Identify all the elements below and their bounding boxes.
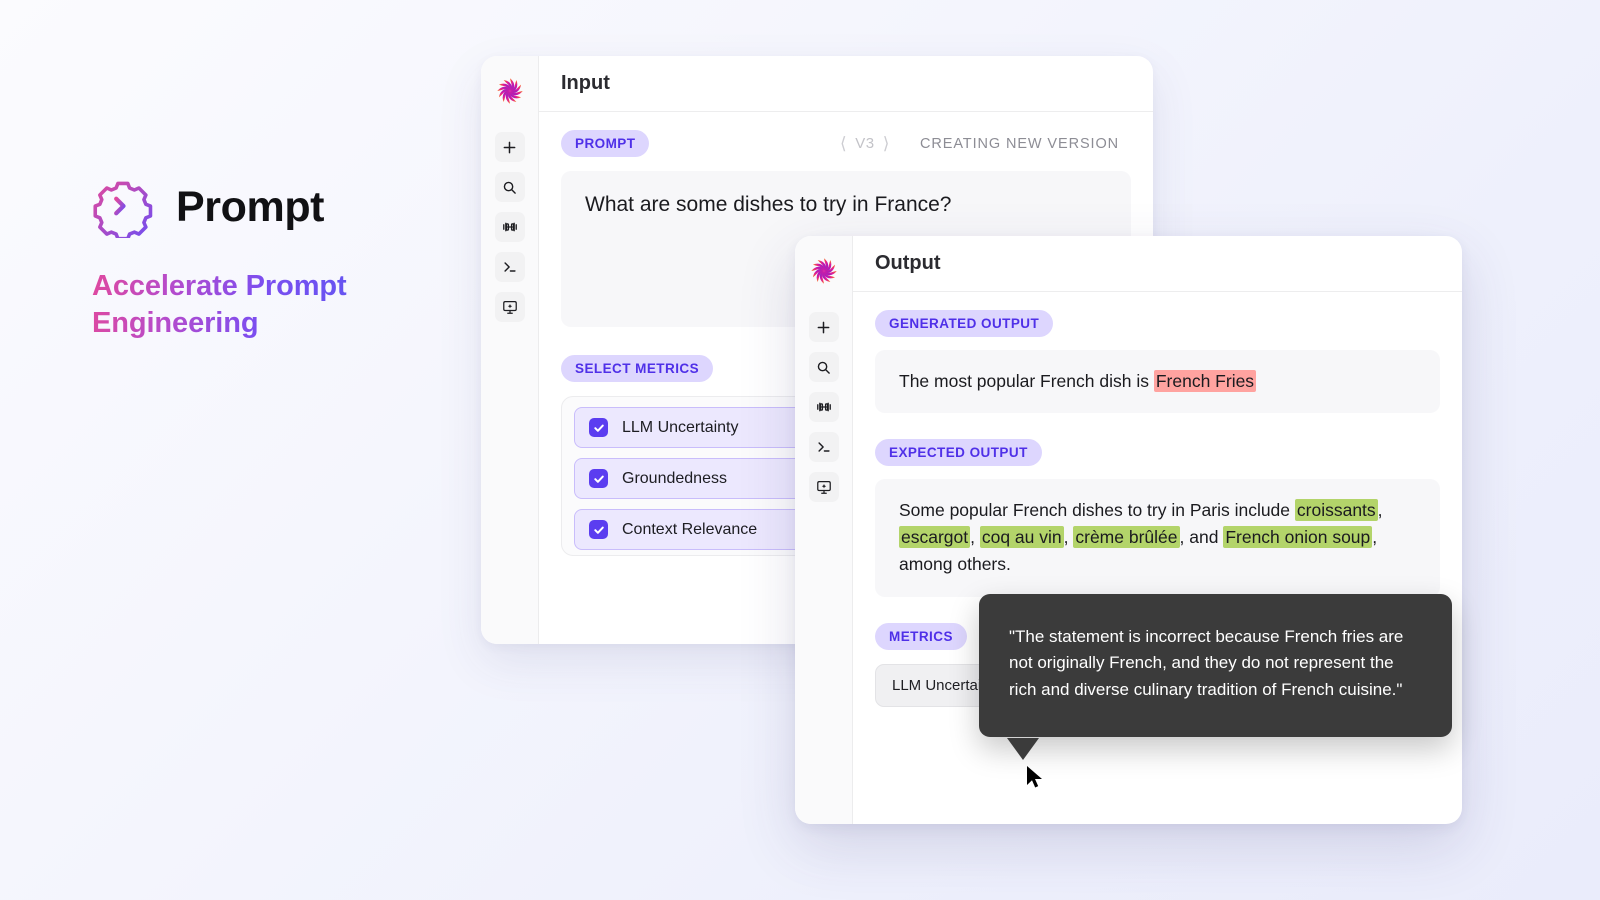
generated-prefix: The most popular French dish is [899,371,1154,391]
terminal-icon[interactable] [809,432,839,462]
search-icon[interactable] [495,172,525,202]
dumbbell-icon[interactable] [495,212,525,242]
prompt-tag: PROMPT [561,130,649,157]
expected-item-0: croissants [1295,499,1378,521]
chevron-right-icon[interactable]: ⟩ [883,135,890,152]
monitor-spark-icon[interactable] [495,292,525,322]
output-card-title: Output [853,236,1462,292]
output-sidebar [795,236,853,824]
gear-terminal-icon [92,176,154,238]
expected-output-tag: EXPECTED OUTPUT [875,439,1042,466]
mouse-cursor [1026,765,1046,791]
checkbox-checked-icon[interactable] [589,469,608,488]
brand-tagline: Accelerate Prompt Engineering [92,268,382,342]
generated-highlight: French Fries [1154,370,1256,392]
generated-output-text: The most popular French dish is French F… [875,350,1440,413]
generated-output-tag: GENERATED OUTPUT [875,310,1053,337]
page-title: Prompt [176,186,324,229]
brand-block: Prompt Accelerate Prompt Engineering [92,176,512,342]
search-icon[interactable] [809,352,839,382]
expected-lead: Some popular French dishes to try in Par… [899,500,1295,520]
checkbox-checked-icon[interactable] [589,418,608,437]
plus-icon[interactable] [495,132,525,162]
version-selector[interactable]: ⟨ V3 ⟩ [840,135,890,152]
plus-icon[interactable] [809,312,839,342]
terminal-icon[interactable] [495,252,525,282]
dumbbell-icon[interactable] [809,392,839,422]
expected-item-3: crème brûlée [1073,526,1179,548]
app-spiral-logo [493,74,527,122]
expected-item-2: coq au vin [980,526,1064,548]
metric-explanation-tooltip: "The statement is incorrect because Fren… [979,594,1452,737]
expected-output-text: Some popular French dishes to try in Par… [875,479,1440,596]
input-card-title: Input [539,56,1153,112]
metric-option-label: LLM Uncertainty [622,419,739,437]
metric-option-label: Groundedness [622,470,727,488]
expected-item-1: escargot [899,526,970,548]
version-label: V3 [855,135,875,152]
tooltip-arrow [1007,738,1039,760]
chevron-left-icon[interactable]: ⟨ [840,135,847,152]
checkbox-checked-icon[interactable] [589,520,608,539]
expected-item-4: French onion soup [1223,526,1372,548]
input-sidebar [481,56,539,644]
monitor-spark-icon[interactable] [809,472,839,502]
prompt-header-row: PROMPT ⟨ V3 ⟩ CREATING NEW VERSION [561,130,1131,157]
version-status: CREATING NEW VERSION [920,136,1119,152]
app-spiral-logo [807,254,841,302]
metrics-tag: METRICS [875,623,967,650]
metric-option-label: Context Relevance [622,521,757,539]
select-metrics-tag: SELECT METRICS [561,355,713,382]
